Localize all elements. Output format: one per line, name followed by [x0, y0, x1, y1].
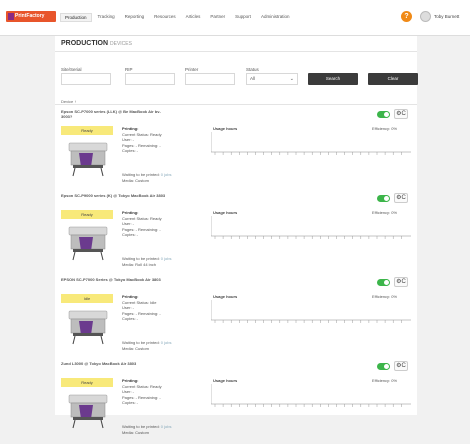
- print-info: Printing: Current Status: Ready User: - …: [122, 126, 162, 154]
- title-divider: [55, 51, 417, 52]
- status-badge: Ready: [61, 210, 113, 219]
- settings-icon[interactable]: ⚙C: [394, 361, 408, 371]
- device-card: Epson SC-P7000 series (LLK) @ Be MacBook…: [55, 107, 417, 192]
- copies-line: Copies: -: [122, 316, 139, 321]
- media-line: Media: Custom: [122, 345, 149, 351]
- jobs-count[interactable]: 0 jobs: [161, 424, 172, 429]
- media-line: Media: Custom: [122, 429, 149, 435]
- device-name[interactable]: Epson SC-P9000 series (K) @ Tokyo MacBoo…: [61, 193, 171, 198]
- status-badge: Ready: [61, 126, 113, 135]
- clear-button[interactable]: Clear: [368, 73, 418, 85]
- copies-line: Copies: -: [122, 148, 139, 153]
- waiting-info: Waiting to be printed: 0 jobs Media: Cus…: [122, 424, 171, 435]
- usage-hours-title: Usage hours: [213, 294, 238, 299]
- nav-support[interactable]: Support: [231, 13, 255, 22]
- logo-text: PrintFactory: [15, 13, 45, 19]
- app-logo[interactable]: PrintFactory: [6, 11, 56, 22]
- status-badge: Ready: [61, 378, 113, 387]
- rip-label: RIP: [125, 67, 133, 72]
- user-avatar-icon[interactable]: [420, 11, 431, 22]
- usage-chart: [211, 300, 411, 323]
- usage-hours-title: Usage hours: [213, 126, 238, 131]
- toggle-icon[interactable]: [377, 195, 390, 202]
- help-icon[interactable]: ?: [401, 11, 412, 22]
- device-card: Zund L3000 @ Tokyo MacBook Air 3803 ⚙C R…: [55, 359, 417, 444]
- sort-divider: [55, 104, 417, 105]
- waiting-label: Waiting to be printed:: [122, 340, 160, 345]
- toggle-icon[interactable]: [377, 279, 390, 286]
- efficiency-value: Efficiency: 0%: [372, 378, 398, 383]
- top-bar: PrintFactory Production Tracking Reporti…: [0, 0, 470, 36]
- search-button[interactable]: Search: [308, 73, 358, 85]
- waiting-label: Waiting to be printed:: [122, 424, 160, 429]
- printer-image: [68, 394, 108, 429]
- settings-icon[interactable]: ⚙C: [394, 277, 408, 287]
- waiting-info: Waiting to be printed: 0 jobs Media: Rol…: [122, 256, 171, 267]
- nav-reporting[interactable]: Reporting: [121, 13, 149, 22]
- printer-label: Printer: [185, 67, 199, 72]
- usage-chart: [211, 216, 411, 239]
- nav-tracking[interactable]: Tracking: [94, 13, 119, 22]
- site-input[interactable]: [61, 73, 111, 85]
- print-info: Printing: Current Status: Ready User: - …: [122, 378, 162, 406]
- usage-hours-title: Usage hours: [213, 378, 238, 383]
- device-name[interactable]: EPSON SC-P7000 Series @ Tokyo MacBook Ai…: [61, 277, 171, 282]
- nav-articles[interactable]: Articles: [182, 13, 205, 22]
- page-subtitle: DEVICES: [110, 41, 132, 47]
- user-name[interactable]: Toby Burnett: [434, 14, 459, 19]
- copies-line: Copies: -: [122, 232, 139, 237]
- media-line: Media: Roll 44 inch: [122, 261, 157, 267]
- settings-icon[interactable]: ⚙C: [394, 109, 408, 119]
- copies-line: Copies: -: [122, 400, 139, 405]
- page-title-text: PRODUCTION: [61, 40, 109, 47]
- device-name[interactable]: Zund L3000 @ Tokyo MacBook Air 3803: [61, 361, 171, 366]
- usage-chart: [211, 132, 411, 155]
- main-content: PRODUCTION DEVICES Site/Serial RIP Print…: [55, 36, 418, 435]
- logo-mark-icon: [8, 13, 14, 20]
- waiting-info: Waiting to be printed: 0 jobs Media: Cus…: [122, 340, 171, 351]
- status-label: Status: [246, 67, 259, 72]
- nav-partner[interactable]: Partner: [206, 13, 229, 22]
- nav-resources[interactable]: Resources: [150, 13, 180, 22]
- usage-chart: [211, 384, 411, 407]
- jobs-count[interactable]: 0 jobs: [161, 340, 172, 345]
- waiting-label: Waiting to be printed:: [122, 256, 160, 261]
- rip-input[interactable]: [125, 73, 175, 85]
- nav-production[interactable]: Production: [60, 13, 92, 22]
- site-label: Site/Serial: [61, 67, 82, 72]
- efficiency-value: Efficiency: 0%: [372, 210, 398, 215]
- waiting-label: Waiting to be printed:: [122, 172, 160, 177]
- toggle-icon[interactable]: [377, 363, 390, 370]
- status-badge: Idle: [61, 294, 113, 303]
- jobs-count[interactable]: 0 jobs: [161, 256, 172, 261]
- chevron-down-icon: ⌄: [289, 76, 294, 82]
- usage-hours-title: Usage hours: [213, 210, 238, 215]
- settings-icon[interactable]: ⚙C: [394, 193, 408, 203]
- printer-image: [68, 310, 108, 345]
- waiting-info: Waiting to be printed: 0 jobs Media: Cus…: [122, 172, 171, 183]
- printer-image: [68, 142, 108, 177]
- efficiency-value: Efficiency: 0%: [372, 294, 398, 299]
- print-info: Printing: Current Status: Idle User: - P…: [122, 294, 161, 322]
- device-name[interactable]: Epson SC-P7000 series (LLK) @ Be MacBook…: [61, 109, 171, 119]
- main-nav: Production Tracking Reporting Resources …: [60, 13, 295, 22]
- status-select[interactable]: All ⌄: [246, 73, 298, 85]
- print-info: Printing: Current Status: Ready User: - …: [122, 210, 162, 238]
- printer-input[interactable]: [185, 73, 235, 85]
- device-card: EPSON SC-P7000 Series @ Tokyo MacBook Ai…: [55, 275, 417, 360]
- toggle-icon[interactable]: [377, 111, 390, 118]
- device-card: Epson SC-P9000 series (K) @ Tokyo MacBoo…: [55, 191, 417, 276]
- status-select-value: All: [250, 76, 256, 81]
- media-line: Media: Custom: [122, 177, 149, 183]
- efficiency-value: Efficiency: 0%: [372, 126, 398, 131]
- nav-administration[interactable]: Administration: [257, 13, 294, 22]
- jobs-count[interactable]: 0 jobs: [161, 172, 172, 177]
- page-title: PRODUCTION DEVICES: [61, 40, 132, 47]
- printer-image: [68, 226, 108, 261]
